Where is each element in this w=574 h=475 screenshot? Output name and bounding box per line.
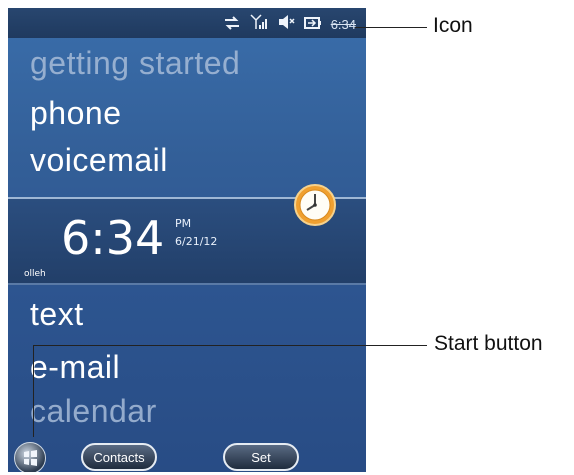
volume-muted-icon[interactable] [277,14,295,34]
sync-icon[interactable] [223,15,241,34]
clock-date: 6/21/12 [175,235,218,248]
carrier-name: olleh [24,269,46,279]
clock-ampm: PM [175,217,192,230]
icon-callout-line [355,27,427,28]
signal-icon[interactable] [250,14,268,34]
set-button[interactable]: Set [223,443,299,471]
menu-item-e-mail[interactable]: e-mail [30,348,120,386]
status-bar: 6:34 [8,8,366,38]
icon-callout-label: Icon [433,14,473,37]
start-callout-vertical-line [33,345,34,437]
windows-logo-icon [24,450,37,466]
start-callout-label: Start button [434,332,543,355]
start-button[interactable] [14,442,46,472]
start-callout-line [33,345,427,346]
clock-time: 6:34 [61,211,165,265]
menu-item-phone[interactable]: phone [30,94,121,132]
contacts-button[interactable]: Contacts [81,443,157,471]
status-time[interactable]: 6:34 [331,17,356,32]
menu-item-text[interactable]: text [30,295,84,333]
menu-item-getting-started[interactable]: getting started [30,44,240,82]
menu-item-voicemail[interactable]: voicemail [30,141,168,179]
battery-icon[interactable] [303,15,322,34]
taskbar: Contacts Set [8,434,366,472]
clock-icon[interactable] [293,183,337,227]
phone-screen: 6:34 getting started phone voicemail 6:3… [8,8,366,472]
menu-item-calendar[interactable]: calendar [30,392,157,430]
